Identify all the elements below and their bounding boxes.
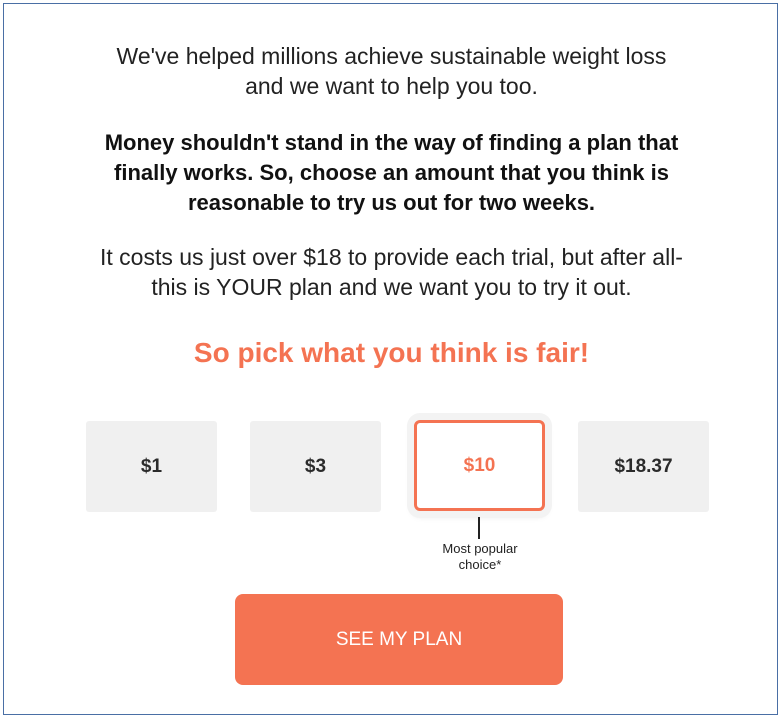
price-option-10-selected[interactable]: $10	[414, 420, 545, 511]
price-option-3[interactable]: $3	[250, 421, 381, 512]
popular-pointer-line	[478, 517, 480, 539]
most-popular-note-line-2: choice*	[458, 557, 502, 572]
price-option-18-37[interactable]: $18.37	[578, 421, 709, 512]
price-option-1[interactable]: $1	[86, 421, 217, 512]
message-line-1: Money shouldn't stand in the way of find…	[104, 130, 679, 155]
most-popular-note-line-1: Most popular	[442, 541, 518, 556]
message-line-3: reasonable to try us out for two weeks.	[187, 190, 596, 215]
pick-fair-headline: So pick what you think is fair!	[193, 337, 590, 368]
see-my-plan-button[interactable]: SEE MY PLAN	[235, 594, 563, 685]
cost-text-line-2: this is YOUR plan and we want you to try…	[151, 274, 632, 300]
most-popular-note: Most popular choice*	[420, 541, 540, 573]
message-line-2: finally works. So, choose an amount that…	[114, 160, 669, 185]
cost-text-line-1: It costs us just over $18 to provide eac…	[100, 244, 683, 270]
intro-text-line-2: and we want to help you too.	[245, 73, 538, 99]
intro-text-line-1: We've helped millions achieve sustainabl…	[116, 43, 667, 69]
